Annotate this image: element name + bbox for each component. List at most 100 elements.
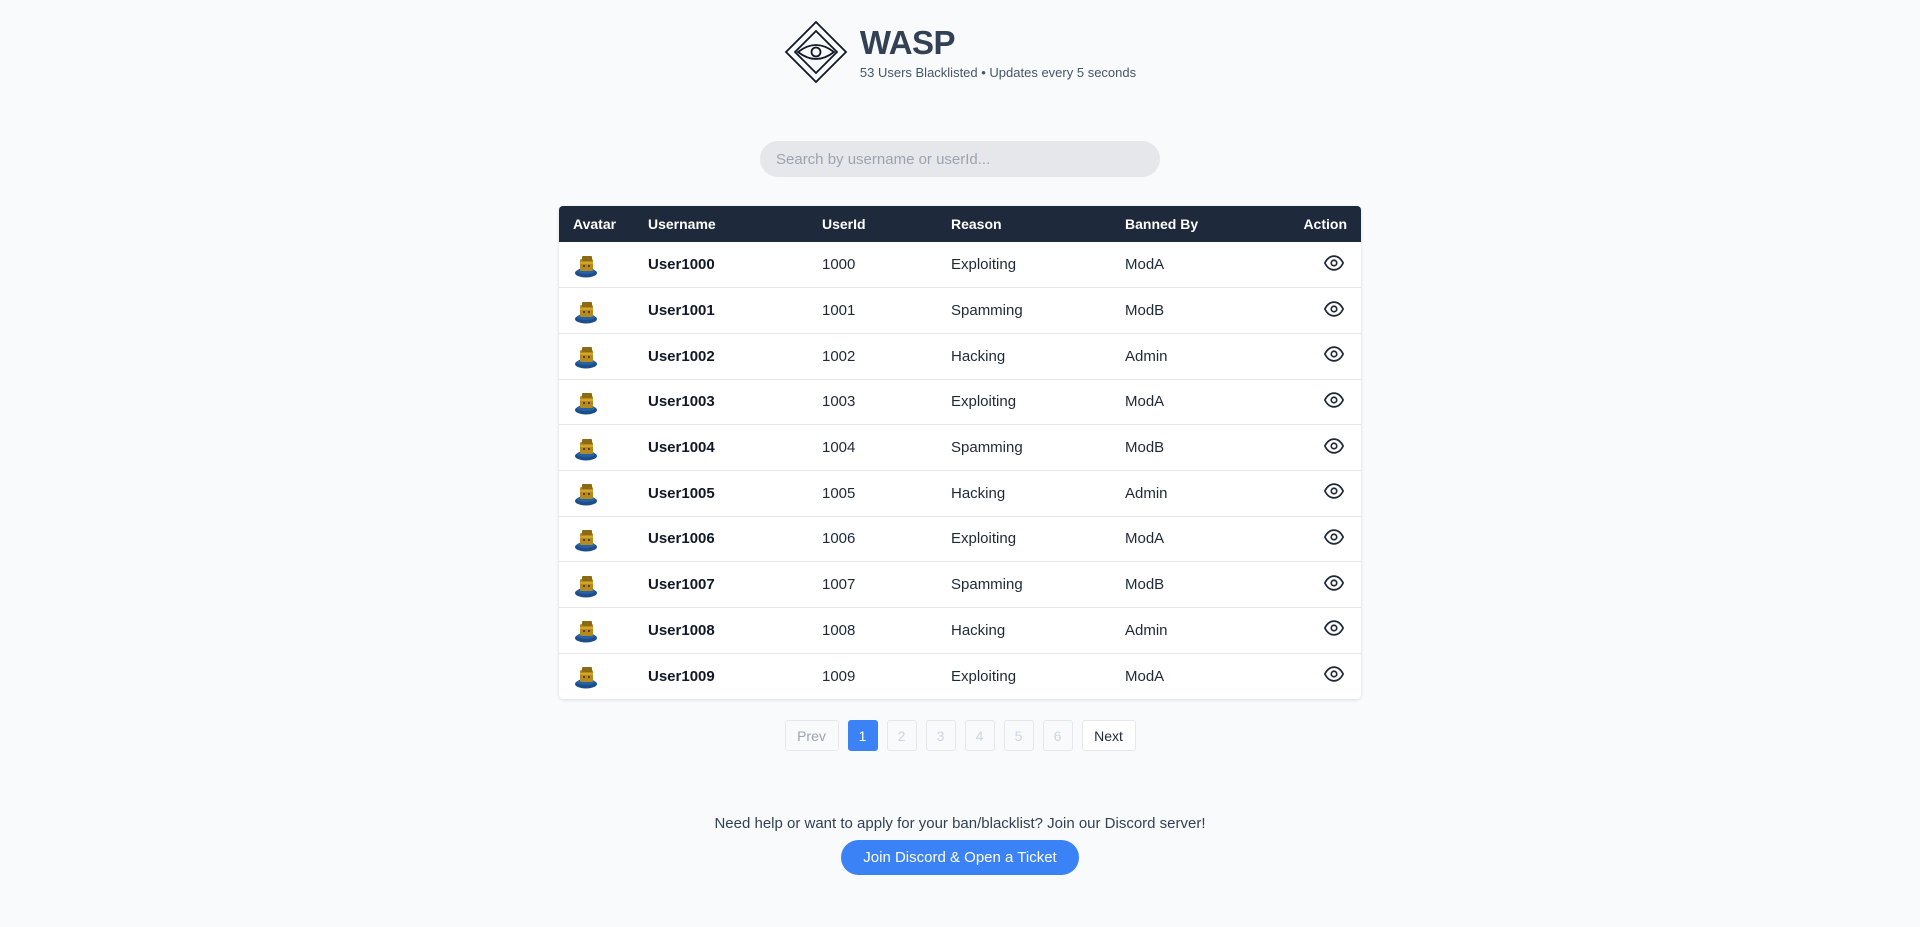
page-button-6[interactable]: 6 xyxy=(1042,720,1073,751)
avatar xyxy=(573,571,620,599)
userid-cell: 1001 xyxy=(822,302,856,320)
view-details-button[interactable] xyxy=(1323,617,1345,639)
banned-by-cell: Admin xyxy=(1125,347,1168,365)
avatar xyxy=(573,297,620,325)
eye-icon xyxy=(1323,480,1345,502)
avatar xyxy=(573,342,620,370)
userid-cell: 1006 xyxy=(822,530,856,548)
eye-icon xyxy=(1323,298,1345,320)
action-cell xyxy=(1261,470,1361,516)
blacklist-table-container: Avatar Username UserId Reason Banned By … xyxy=(559,206,1361,699)
action-cell xyxy=(1261,608,1361,654)
diamond-eye-logo-icon xyxy=(784,20,848,84)
view-details-button[interactable] xyxy=(1323,298,1345,320)
action-cell xyxy=(1261,562,1361,608)
avatar xyxy=(573,662,620,690)
username-cell: User1001 xyxy=(648,302,715,320)
action-cell xyxy=(1261,379,1361,425)
avatar-cell xyxy=(559,242,634,288)
table-row: User1003 1003 Exploiting ModA xyxy=(559,379,1361,425)
view-details-button[interactable] xyxy=(1323,343,1345,365)
prev-page-button[interactable]: Prev xyxy=(784,720,839,751)
view-details-button[interactable] xyxy=(1323,435,1345,457)
help-footer: Need help or want to apply for your ban/… xyxy=(0,815,1920,875)
eye-icon xyxy=(1323,617,1345,639)
table-body: User1000 1000 Exploiting ModA User1001 1001 Sp… xyxy=(559,242,1361,699)
table-row: User1000 1000 Exploiting ModA xyxy=(559,242,1361,288)
page-button-1[interactable]: 1 xyxy=(847,720,878,751)
action-cell xyxy=(1261,288,1361,334)
action-cell xyxy=(1261,516,1361,562)
search-input[interactable] xyxy=(760,141,1160,177)
column-header-action: Action xyxy=(1303,216,1347,232)
table-row: User1007 1007 Spamming ModB xyxy=(559,562,1361,608)
userid-cell: 1000 xyxy=(822,256,856,274)
eye-icon xyxy=(1323,343,1345,365)
banned-by-cell: ModB xyxy=(1125,439,1165,457)
avatar-cell xyxy=(559,333,634,379)
avatar-cell xyxy=(559,470,634,516)
avatar-cell xyxy=(559,288,634,334)
reason-cell: Hacking xyxy=(951,621,1006,639)
userid-cell: 1009 xyxy=(822,667,856,685)
column-header-banned-by: Banned By xyxy=(1125,216,1199,232)
blacklist-table: Avatar Username UserId Reason Banned By … xyxy=(559,206,1361,699)
reason-cell: Spamming xyxy=(951,576,1023,594)
next-page-button[interactable]: Next xyxy=(1081,720,1136,751)
username-cell: User1007 xyxy=(648,576,715,594)
banned-by-cell: Admin xyxy=(1125,621,1168,639)
join-discord-button[interactable]: Join Discord & Open a Ticket xyxy=(841,840,1079,875)
view-details-button[interactable] xyxy=(1323,526,1345,548)
table-row: User1004 1004 Spamming ModB xyxy=(559,425,1361,471)
blacklist-status-text: 53 Users Blacklisted • Updates every 5 s… xyxy=(859,65,1137,80)
view-details-button[interactable] xyxy=(1323,252,1345,274)
column-header-userid: UserId xyxy=(822,216,866,232)
avatar-cell xyxy=(559,516,634,562)
username-cell: User1008 xyxy=(648,621,715,639)
username-cell: User1003 xyxy=(648,393,715,411)
avatar xyxy=(573,479,620,507)
column-header-username: Username xyxy=(648,216,716,232)
avatar-cell xyxy=(559,608,634,654)
username-cell: User1005 xyxy=(648,484,715,502)
userid-cell: 1003 xyxy=(822,393,856,411)
username-cell: User1004 xyxy=(648,439,715,457)
table-row: User1008 1008 Hacking Admin xyxy=(559,608,1361,654)
username-cell: User1006 xyxy=(648,530,715,548)
search-bar xyxy=(760,141,1160,177)
page-button-5[interactable]: 5 xyxy=(1003,720,1034,751)
action-cell xyxy=(1261,653,1361,699)
page-button-2[interactable]: 2 xyxy=(886,720,917,751)
eye-icon xyxy=(1323,572,1345,594)
reason-cell: Hacking xyxy=(951,347,1006,365)
view-details-button[interactable] xyxy=(1323,663,1345,685)
eye-icon xyxy=(1323,526,1345,548)
brand-block: WASP 53 Users Blacklisted • Updates ever… xyxy=(860,24,1136,80)
table-row: User1001 1001 Spamming ModB xyxy=(559,288,1361,334)
table-row: User1002 1002 Hacking Admin xyxy=(559,333,1361,380)
table-row: User1005 1005 Hacking Admin xyxy=(559,470,1361,517)
eye-icon xyxy=(1323,435,1345,457)
username-cell: User1000 xyxy=(648,256,715,274)
avatar xyxy=(573,434,620,462)
action-cell xyxy=(1261,425,1361,471)
reason-cell: Spamming xyxy=(951,439,1023,457)
view-details-button[interactable] xyxy=(1323,389,1345,411)
reason-cell: Hacking xyxy=(951,484,1006,502)
avatar xyxy=(573,388,620,416)
page-button-3[interactable]: 3 xyxy=(925,720,956,751)
banned-by-cell: ModA xyxy=(1125,256,1165,274)
avatar-cell xyxy=(559,379,634,425)
banned-by-cell: ModB xyxy=(1125,576,1165,594)
page-button-4[interactable]: 4 xyxy=(964,720,995,751)
avatar xyxy=(573,525,620,553)
avatar-cell xyxy=(559,562,634,608)
username-cell: User1002 xyxy=(648,347,715,365)
action-cell xyxy=(1261,333,1361,379)
view-details-button[interactable] xyxy=(1323,480,1345,502)
action-cell xyxy=(1261,242,1361,288)
banned-by-cell: ModB xyxy=(1125,302,1165,320)
view-details-button[interactable] xyxy=(1323,572,1345,594)
table-header-row: Avatar Username UserId Reason Banned By … xyxy=(559,206,1361,242)
banned-by-cell: ModA xyxy=(1125,393,1165,411)
